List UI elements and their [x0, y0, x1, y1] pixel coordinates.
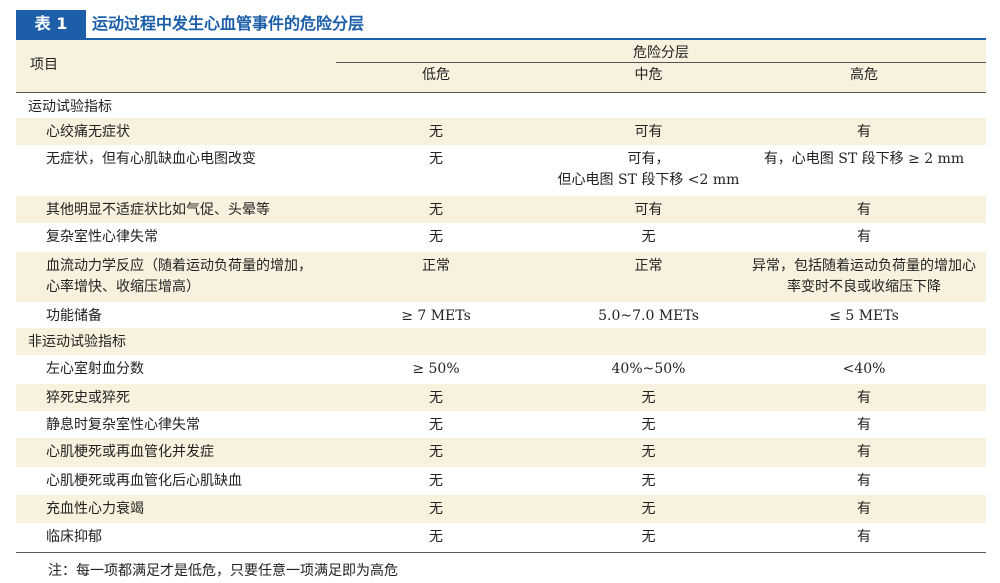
- row-label: 临床抑郁: [46, 529, 102, 545]
- row-label: 复杂室性心律失常: [46, 229, 158, 245]
- cell-low-risk: 无: [429, 124, 443, 140]
- table-row: 血流动力学反应（随着运动负荷量的增加， 心率增快、收缩压增高） 正常 正常 异常，包括随…: [16, 252, 986, 302]
- cell-high-risk: 有，心电图 ST 段下移 ≥ 2 mm: [763, 151, 965, 167]
- cell-high-risk: ≤ 5 METs: [829, 308, 899, 324]
- table-row: 心肌梗死或再血管化并发症 无 无 有: [16, 438, 986, 467]
- cell-high-risk: 有: [857, 473, 871, 489]
- row-label: 猝死史或猝死: [46, 390, 130, 406]
- row-label: 心肌梗死或再血管化后心肌缺血: [46, 473, 242, 489]
- table-title: 表 1 运动过程中发生心血管事件的危险分层: [16, 10, 986, 38]
- table-row: 临床抑郁 无 无 有: [16, 523, 986, 552]
- cell-mid-risk: 可有， 但心电图 ST 段下移 <2 mm: [536, 149, 761, 191]
- table-row: 功能储备 ≥ 7 METs 5.0~7.0 METs ≤ 5 METs: [16, 302, 986, 328]
- cell-low-risk: 无: [429, 417, 443, 433]
- table-row: 充血性心力衰竭 无 无 有: [16, 495, 986, 523]
- cell-low-risk: 无: [429, 202, 443, 218]
- table-row: 左心室射血分数 ≥ 50% 40%~50% <40%: [16, 355, 986, 384]
- table-row: 无症状，但有心肌缺血心电图改变 无 可有， 但心电图 ST 段下移 <2 mm 有，心电…: [16, 145, 986, 196]
- table-caption: 运动过程中发生心血管事件的危险分层: [92, 14, 365, 33]
- cell-high-risk: <40%: [842, 361, 886, 377]
- header-high: 高危: [850, 67, 878, 83]
- row-label-line-2: 心率增快、收缩压增高）: [46, 279, 200, 295]
- cell-mid-risk-line-1: 可有，: [627, 151, 670, 167]
- cell-mid-risk: 无: [641, 390, 656, 406]
- cell-high-risk-line-1: 异常，包括随着运动负荷量的增加心: [752, 258, 976, 274]
- cell-mid-risk: 可有: [634, 124, 663, 140]
- cell-high-risk: 有: [857, 202, 871, 218]
- cell-mid-risk-line-2: 但心电图 ST 段下移 <2 mm: [557, 172, 740, 188]
- table-row: 静息时复杂室性心律失常 无 无 有: [16, 411, 986, 438]
- cell-mid-risk: 无: [641, 417, 656, 433]
- cell-low-risk: 正常: [422, 258, 450, 274]
- cell-mid-risk: 无: [641, 229, 656, 245]
- cell-low-risk: 无: [429, 444, 443, 460]
- table-row: 心绞痛无症状 无 可有 有: [16, 118, 986, 145]
- header-group-rule: [336, 62, 986, 63]
- cell-high-risk-line-2: 率变时不良或收缩压下降: [787, 279, 941, 295]
- header-mid: 中危: [634, 67, 663, 83]
- row-label: 心绞痛无症状: [46, 124, 130, 140]
- table-header: 项目 危险分层 低危 中危 高危: [16, 40, 986, 92]
- cell-mid-risk: 可有: [634, 202, 663, 218]
- cell-high-risk: 有: [857, 444, 871, 460]
- table-row: 其他明显不适症状比如气促、头晕等 无 可有 有: [16, 196, 986, 223]
- cell-high-risk: 有: [857, 229, 871, 245]
- cell-mid-risk: 40%~50%: [611, 361, 686, 377]
- cell-low-risk: 无: [429, 390, 443, 406]
- cell-high-risk: 有: [857, 501, 871, 517]
- table-row: 心肌梗死或再血管化后心肌缺血 无 无 有: [16, 467, 986, 495]
- cell-low-risk: ≥ 50%: [412, 361, 460, 377]
- section-row: 运动试验指标: [16, 93, 986, 118]
- cell-low-risk: 无: [429, 501, 443, 517]
- cell-mid-risk: 正常: [634, 258, 663, 274]
- table-bottom-rule: [16, 552, 986, 553]
- cell-mid-risk: 无: [641, 501, 656, 517]
- section-row: 非运动试验指标: [16, 328, 986, 355]
- table-note: 注：每一项都满足才是低危，只要任意一项满足即为高危: [48, 563, 398, 579]
- cell-high-risk: 有: [857, 124, 871, 140]
- header-risk-group: 危险分层: [633, 45, 689, 61]
- row-label-line-1: 血流动力学反应（随着运动负荷量的增加，: [46, 258, 312, 274]
- cell-high-risk: 有: [857, 417, 871, 433]
- table-row: 猝死史或猝死 无 无 有: [16, 384, 986, 411]
- header-item: 项目: [30, 57, 58, 73]
- row-label: 血流动力学反应（随着运动负荷量的增加， 心率增快、收缩压增高）: [46, 256, 312, 298]
- cell-low-risk: 无: [429, 473, 443, 489]
- row-label: 功能储备: [46, 308, 102, 324]
- cell-low-risk: 无: [429, 151, 443, 167]
- cell-high-risk: 异常，包括随着运动负荷量的增加心 率变时不良或收缩压下降: [744, 256, 984, 298]
- row-label: 静息时复杂室性心律失常: [46, 417, 200, 433]
- table-row: 复杂室性心律失常 无 无 有: [16, 223, 986, 252]
- cell-mid-risk: 无: [641, 444, 656, 460]
- cell-low-risk: 无: [429, 529, 443, 545]
- section-label: 非运动试验指标: [28, 334, 126, 350]
- cell-low-risk: 无: [429, 229, 443, 245]
- cell-mid-risk: 无: [641, 473, 656, 489]
- table-number: 表 1: [16, 10, 86, 38]
- cell-high-risk: 有: [857, 390, 871, 406]
- header-low: 低危: [422, 67, 450, 83]
- section-label: 运动试验指标: [28, 99, 112, 115]
- cell-low-risk: ≥ 7 METs: [401, 308, 471, 324]
- row-label: 其他明显不适症状比如气促、头晕等: [46, 202, 270, 218]
- cell-mid-risk: 5.0~7.0 METs: [598, 308, 699, 324]
- row-label: 充血性心力衰竭: [46, 501, 144, 517]
- cell-high-risk: 有: [857, 529, 871, 545]
- row-label: 无症状，但有心肌缺血心电图改变: [46, 151, 256, 167]
- cell-mid-risk: 无: [641, 529, 656, 545]
- row-label: 左心室射血分数: [46, 361, 144, 377]
- row-label: 心肌梗死或再血管化并发症: [46, 444, 214, 460]
